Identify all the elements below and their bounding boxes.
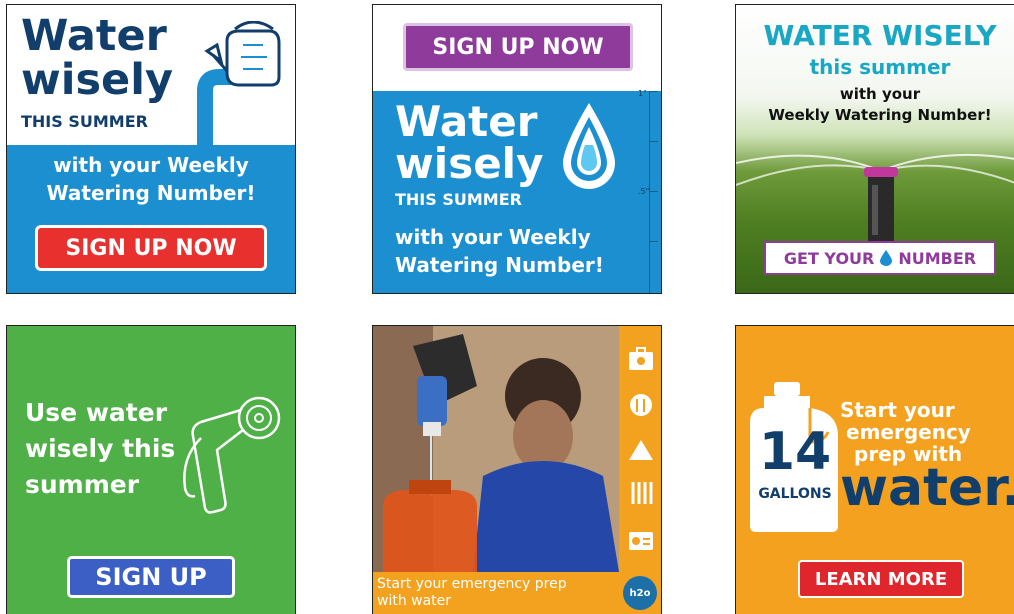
ruler-label-2: .5" <box>638 187 650 196</box>
caption-line2: with water <box>377 593 452 609</box>
button-text-part1: GET YOUR <box>783 248 875 268</box>
jug-number: 14 <box>758 422 832 482</box>
caption-bar: Start your emergency prep with water <box>373 572 619 614</box>
headline-line3: summer <box>25 470 140 499</box>
subline2: Watering Number! <box>395 253 604 277</box>
subline2: Watering Number! <box>46 181 256 205</box>
side-icon-bar <box>619 326 661 614</box>
ruler-label-1: 1" <box>638 89 647 98</box>
headline-line1: Water <box>395 97 538 146</box>
water-drop-icon <box>880 250 893 266</box>
subline1: with your Weekly <box>395 225 591 249</box>
ad-water-wisely-blue[interactable]: Water wisely THIS SUMMER with your Weekl… <box>6 4 296 294</box>
headline-line2: wisely this <box>25 434 176 463</box>
ruler: 1" .5" <box>638 89 661 293</box>
subline1: with your <box>839 85 921 103</box>
sign-up-now-button[interactable]: SIGN UP NOW <box>403 23 633 71</box>
jug-label: GALLONS <box>758 486 832 502</box>
ad-water-wisely-drop[interactable]: SIGN UP NOW Water wisely THIS SUMMER wit… <box>372 4 662 294</box>
first-aid-icon <box>629 347 653 370</box>
headline-line1: Water <box>21 11 167 61</box>
headline-line2: wisely <box>21 55 173 105</box>
ad-emergency-prep-water[interactable]: 14 GALLONS Start your emergency prep wit… <box>735 325 1014 614</box>
ad-water-wisely-sprinkler[interactable]: WATER WISELY this summer with your Weekl… <box>735 4 1014 294</box>
subline2: Weekly Watering Number! <box>768 106 992 124</box>
watering-can-icon <box>197 21 281 149</box>
title-line1: WATER WISELY <box>763 19 997 52</box>
ad-emergency-prep-photo[interactable]: Start your emergency prep with water h2o <box>372 325 662 614</box>
water-drop-icon <box>563 103 615 189</box>
button-text-part2: NUMBER <box>898 248 977 268</box>
text-line2: emergency <box>846 420 971 444</box>
headline-line3: THIS SUMMER <box>21 112 148 131</box>
hose-nozzle-icon <box>183 396 281 514</box>
get-your-number-button[interactable]: GET YOUR NUMBER <box>764 241 996 275</box>
utensils-icon <box>631 482 653 504</box>
food-icon <box>630 394 652 416</box>
text-big-water: water. <box>840 458 1014 518</box>
title-line2: this summer <box>809 55 951 79</box>
radio-icon <box>629 532 653 550</box>
learn-more-button[interactable]: LEARN MORE <box>798 560 964 598</box>
sign-up-now-button[interactable]: SIGN UP NOW <box>35 225 267 271</box>
sign-up-button[interactable]: SIGN UP <box>67 556 235 598</box>
text-line1: Start your <box>840 398 955 422</box>
headline-line3: THIS SUMMER <box>395 190 522 209</box>
tent-icon <box>629 440 653 460</box>
subline1: with your Weekly <box>53 153 249 177</box>
headline-line2: wisely <box>395 139 544 188</box>
headline-line1: Use water <box>25 398 168 427</box>
photo-boy-filling-bottle <box>373 326 619 572</box>
caption-line1: Start your emergency prep <box>377 576 567 592</box>
sprinkler-icon <box>736 153 1014 243</box>
ad-use-water-wisely[interactable]: Use water wisely this summer SIGN UP <box>6 325 296 614</box>
h2o-badge: h2o <box>623 576 657 610</box>
